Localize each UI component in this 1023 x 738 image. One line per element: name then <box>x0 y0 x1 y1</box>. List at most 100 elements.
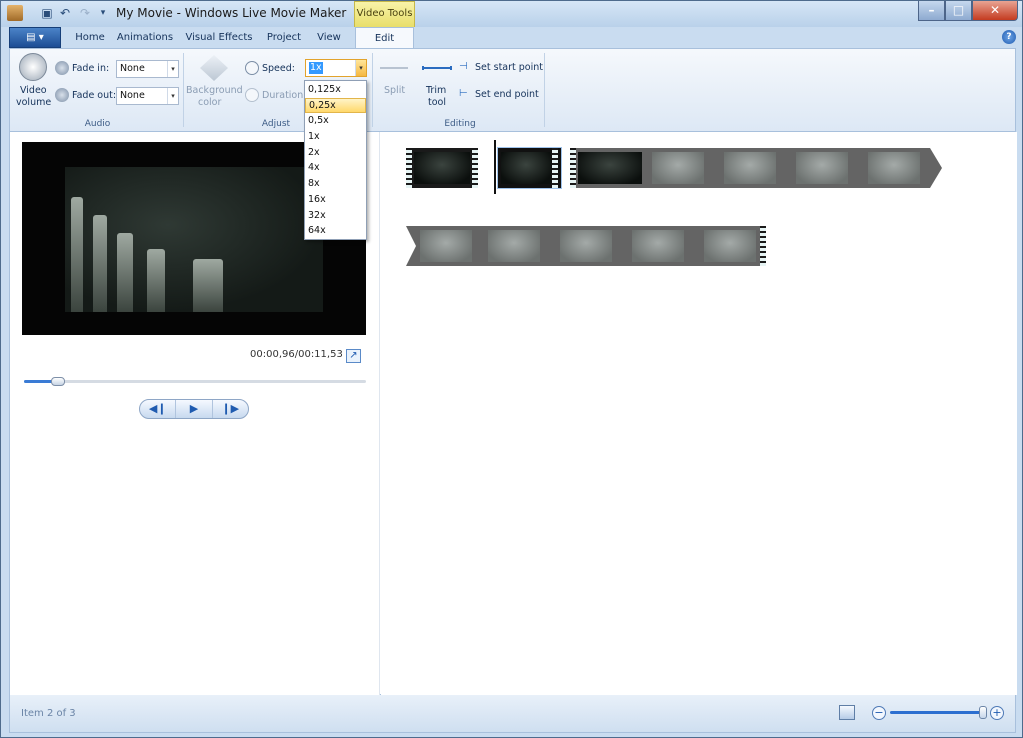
split-icon <box>380 67 408 69</box>
fade-in-label: Fade in: <box>72 63 110 74</box>
previous-frame-button[interactable]: ◀❙ <box>140 400 177 418</box>
split-label: Split <box>384 85 406 96</box>
clip-thumbnail-dim <box>632 230 684 262</box>
set-start-point-label: Set start point <box>475 62 543 73</box>
clip-3[interactable] <box>570 148 930 188</box>
video-frame-image <box>65 167 323 312</box>
clip-1[interactable] <box>406 148 478 188</box>
fade-out-combo[interactable]: None ▾ <box>116 87 179 105</box>
fence-post <box>117 233 133 312</box>
help-icon[interactable]: ? <box>1002 30 1016 44</box>
tab-home[interactable]: Home <box>69 27 111 48</box>
speed-value[interactable]: 1x <box>309 62 323 74</box>
ribbon-panel: Video volume Fade in: None ▾ Fade out: N… <box>9 48 1016 132</box>
tab-view[interactable]: View <box>311 27 347 48</box>
transport-controls: ◀❙ ▶ ❙▶ <box>139 399 249 419</box>
video-volume-label: Video <box>20 85 47 96</box>
zoom-thumb[interactable] <box>979 706 988 719</box>
clip-thumbnail-dim <box>724 152 776 184</box>
zoom-slider[interactable] <box>890 706 988 719</box>
status-text: Item 2 of 3 <box>21 708 76 719</box>
app-window: ▣ ↶ ↷ ▾ My Movie - Windows Live Movie Ma… <box>0 0 1023 738</box>
clip-3-continued[interactable] <box>406 226 766 266</box>
seek-thumb[interactable] <box>51 377 66 386</box>
speed-option[interactable]: 4x <box>305 160 366 176</box>
storyboard-pane[interactable] <box>381 132 1017 695</box>
maximize-button[interactable]: □ <box>945 1 972 21</box>
tab-edit[interactable]: Edit <box>355 27 414 48</box>
video-volume-button[interactable]: Video volume <box>16 53 51 113</box>
filmstrip-sprocket <box>406 148 412 188</box>
filmstrip-sprocket <box>552 148 558 188</box>
speed-option[interactable]: 64x <box>305 223 366 239</box>
speed-dropdown-list[interactable]: 0,125x 0,25x 0,5x 1x 2x 4x 8x 16x 32x 64x <box>304 80 367 240</box>
movie-maker-icon[interactable] <box>7 5 23 21</box>
redo-icon[interactable]: ↷ <box>77 5 93 21</box>
speed-option[interactable]: 32x <box>305 208 366 224</box>
clip-2-selected[interactable] <box>497 147 562 189</box>
filmstrip-sprocket <box>760 226 766 266</box>
adjust-group-label: Adjust <box>261 119 291 129</box>
ribbon-tab-bar: ▤ ▾ Home Animations Visual Effects Proje… <box>9 27 1016 48</box>
save-icon[interactable]: ▣ <box>39 5 55 21</box>
undo-icon[interactable]: ↶ <box>57 5 73 21</box>
clip-thumbnail-dim <box>420 230 472 262</box>
play-button[interactable]: ▶ <box>176 400 213 418</box>
window-controls: – □ ✕ <box>918 1 1018 21</box>
paint-bucket-icon <box>200 55 228 81</box>
set-end-point-icon: ⊢ <box>459 88 468 99</box>
thumbnail-size-icon[interactable] <box>839 705 855 720</box>
background-color-label: Background <box>186 85 243 96</box>
fade-in-combo[interactable]: None ▾ <box>116 60 179 78</box>
tab-visual-effects[interactable]: Visual Effects <box>183 27 255 48</box>
duration-label: Duration: <box>262 90 307 101</box>
group-divider <box>544 53 545 127</box>
status-bar: Item 2 of 3 − + <box>9 695 1016 733</box>
fullscreen-icon[interactable]: ↗ <box>346 349 361 363</box>
speaker-icon <box>19 53 47 81</box>
fade-out-icon <box>55 88 69 102</box>
split-button[interactable]: Split <box>378 59 410 103</box>
chevron-down-icon[interactable]: ▾ <box>167 61 178 77</box>
app-menu-icon: ▤ ▾ <box>26 32 44 43</box>
background-color-label-2: color <box>198 97 222 108</box>
clip-thumbnail <box>501 152 551 184</box>
background-color-button[interactable]: Background color <box>186 53 243 113</box>
speed-option[interactable]: 0,25x <box>305 97 366 114</box>
filmstrip-sprocket <box>570 148 576 188</box>
minimize-button[interactable]: – <box>918 1 945 21</box>
close-button[interactable]: ✕ <box>972 1 1018 21</box>
tab-animations[interactable]: Animations <box>115 27 175 48</box>
playhead-marker[interactable] <box>494 140 496 194</box>
seek-slider[interactable] <box>24 377 366 386</box>
clip-thumbnail-dim <box>560 230 612 262</box>
customize-quick-access-icon[interactable]: ▾ <box>95 5 111 21</box>
clip-thumbnail-dim <box>652 152 704 184</box>
trim-tool-icon <box>422 66 452 70</box>
group-divider <box>183 53 184 127</box>
chevron-down-icon[interactable]: ▾ <box>355 60 366 76</box>
clip-thumbnail-dim <box>868 152 920 184</box>
speed-option[interactable]: 2x <box>305 145 366 161</box>
set-start-point-button[interactable]: ⊣ Set start point <box>459 61 543 77</box>
fade-out-value: None <box>120 90 145 101</box>
tab-project[interactable]: Project <box>263 27 305 48</box>
duration-stopwatch-icon <box>245 88 259 102</box>
next-frame-button[interactable]: ❙▶ <box>213 400 248 418</box>
trim-tool-button[interactable]: Trim tool <box>420 59 454 109</box>
app-menu-button[interactable]: ▤ ▾ <box>9 27 61 48</box>
strip-continued-notch <box>406 226 416 266</box>
speed-option[interactable]: 8x <box>305 176 366 192</box>
chevron-down-icon[interactable]: ▾ <box>167 88 178 104</box>
editing-group-label: Editing <box>444 119 476 129</box>
clip-thumbnail <box>578 152 642 184</box>
speed-combo[interactable]: 1x ▾ <box>305 59 367 77</box>
speed-option[interactable]: 1x <box>305 129 366 145</box>
speed-option[interactable]: 0,5x <box>305 113 366 129</box>
speed-option[interactable]: 16x <box>305 192 366 208</box>
zoom-in-icon[interactable]: + <box>990 706 1004 720</box>
speed-option[interactable]: 0,125x <box>305 82 366 98</box>
set-end-point-button[interactable]: ⊢ Set end point <box>459 88 543 104</box>
title-bar[interactable]: ▣ ↶ ↷ ▾ My Movie - Windows Live Movie Ma… <box>1 1 1022 27</box>
zoom-out-icon[interactable]: − <box>872 706 886 720</box>
